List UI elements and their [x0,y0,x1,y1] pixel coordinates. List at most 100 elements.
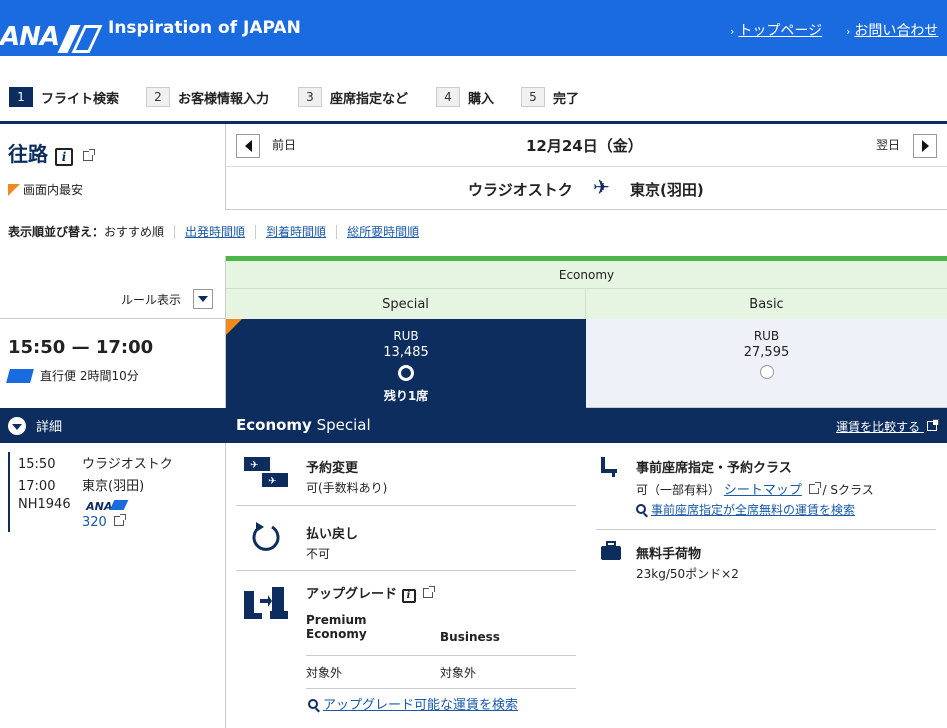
external-link-icon[interactable] [808,482,821,494]
divider [255,224,257,239]
fare-amount: 27,595 [743,345,790,360]
rules-toggle-box: ルール表示 [0,256,226,319]
upgrade-premium-value: 対象外 [306,666,343,680]
step-4: 4 購入 [436,86,494,108]
fare-cell-special[interactable]: RUB 13,485 残り1席 [226,319,586,408]
change-rule: ✈ ✈ 予約変更 可(手数料あり) [236,453,576,503]
next-day-button[interactable] [913,134,937,158]
outbound-title-box: 往路 i 画面内最安 [0,124,226,210]
fare-radio[interactable] [759,365,774,379]
step-5: 5 完了 [521,86,579,108]
step-label: お客様情報入力 [178,91,270,107]
step-2: 2 お客様情報入力 [146,86,269,108]
refund-title: 払い戻し [306,527,359,542]
external-link-icon[interactable] [82,149,95,161]
divider [236,505,576,506]
compare-fares-link[interactable]: 運賃を比較する [836,418,939,435]
seat-map-link[interactable]: シートマップ [724,483,802,498]
fare-name: Economy Special [236,416,371,434]
chevron-down-icon [8,416,26,435]
site-header: ANA Inspiration of JAPAN › トップページ › お問い合わせ [0,0,947,56]
fare-radio-selected[interactable] [398,365,414,381]
arrow-right-icon [921,140,929,152]
divider [236,570,576,571]
upgrade-business-value: 対象外 [440,666,477,680]
flight-duration: 直行便 2時間10分 [6,367,139,384]
sort-duration-link[interactable]: 総所要時間順 [347,223,419,240]
chevron-down-icon [198,296,208,302]
divider [306,655,576,656]
sort-label: 表示順並び替え： [8,225,105,239]
fare-detail-bar: 詳細 Economy Special 運賃を比較する [0,408,947,443]
logo-text: ANA [0,22,60,52]
baggage-value: 23kg/50ポンド×2 [636,567,739,581]
fare-cell-basic[interactable]: RUB 27,595 [586,319,947,408]
ana-airline-icon [6,368,34,383]
info-icon[interactable]: i [401,588,416,603]
ana-logo-icon: ANA [86,499,129,513]
next-day-label[interactable]: 翌日 [876,136,900,153]
step-1: 1 フライト検索 [9,86,119,108]
info-icon[interactable]: i [54,148,73,166]
fare-column-special: Special [226,289,586,319]
prev-day-label[interactable]: 前日 [272,136,296,153]
sort-arrival-link[interactable]: 到着時間順 [266,223,326,240]
fare-rules-right: 事前座席指定・予約クラス 可（一部有料） シートマップ / Sクラス 事前座席指… [596,443,936,728]
destination-city: 東京(羽田) [630,181,704,199]
upgrade-seat-icon [244,587,288,619]
selected-date: 12月24日（金） [526,137,643,155]
fare-currency: RUB [393,329,419,343]
baggage-icon [601,541,621,560]
refund-icon [252,522,280,551]
upgrade-col-premium: Premium Economy [306,613,367,641]
svg-text:✈: ✈ [250,460,258,471]
sort-current: おすすめ順 [104,225,165,239]
departure-row: 15:50 ウラジオストク [18,457,173,472]
cheapest-legend: 画面内最安 [8,181,83,198]
divider [596,529,936,530]
step-label: 購入 [468,91,495,107]
step-label: 完了 [553,91,580,107]
flight-times: 15:50 — 17:00 [8,337,154,358]
prev-day-button[interactable] [236,134,260,158]
detail-toggle[interactable]: 詳細 [8,416,62,435]
free-seat-search-link[interactable]: 事前座席指定が全席無料の運賃を検索 [636,501,855,518]
flight-change-icon: ✈ ✈ [244,457,288,487]
divider [174,224,176,239]
chevron-right-icon: › [846,25,851,38]
airplane-icon: ✈ [593,175,610,199]
contact-link[interactable]: › お問い合わせ [846,20,938,40]
segment-timeline [8,452,10,532]
site-tagline: Inspiration of JAPAN [108,18,301,38]
progress-steps: 1 フライト検索 2 お客様情報入力 3 座席指定など 4 購入 5 完了 [0,86,947,108]
fare-amount: 13,485 [383,345,429,360]
refund-value: 不可 [306,547,331,561]
rules-label: ルール表示 [120,293,181,307]
date-navigation: 前日 12月24日（金） 翌日 [226,124,947,167]
seat-value: 可（一部有料） シートマップ / Sクラス [636,482,874,498]
baggage-title: 無料手荷物 [636,547,702,562]
step-number: 1 [9,87,33,107]
upgrade-search-link[interactable]: アップグレード可能な運賃を検索 [308,694,518,713]
cheapest-marker-icon [8,183,20,196]
aircraft-link[interactable]: 320 [82,514,126,530]
ana-logo[interactable]: ANA [0,12,103,53]
step-label: 座席指定など [330,91,409,107]
cabin-class-header: Economy [226,261,947,289]
chevron-right-icon: › [730,25,735,38]
step-number: 3 [298,87,322,107]
fare-column-basic: Basic [586,289,947,319]
flight-summary: 15:50 — 17:00 直行便 2時間10分 [0,319,226,408]
sort-departure-link[interactable]: 出発時間順 [185,223,245,240]
fare-rules-left: ✈ ✈ 予約変更 可(手数料あり) 払い戻し 不可 アップグレード i Prem… [236,443,576,728]
search-icon [636,504,646,514]
external-link-icon[interactable] [423,586,436,598]
rules-toggle-button[interactable] [193,289,213,309]
seat-icon [601,457,617,477]
seats-remaining: 残り1席 [383,389,429,403]
segment-detail: 15:50 ウラジオストク 17:00 東京(羽田) NH1946 ANA 320 [0,443,226,728]
outbound-title: 往路 i [8,138,95,167]
fare-currency: RUB [753,329,780,343]
top-page-link[interactable]: › トップページ [730,20,822,40]
step-number: 2 [146,87,170,107]
